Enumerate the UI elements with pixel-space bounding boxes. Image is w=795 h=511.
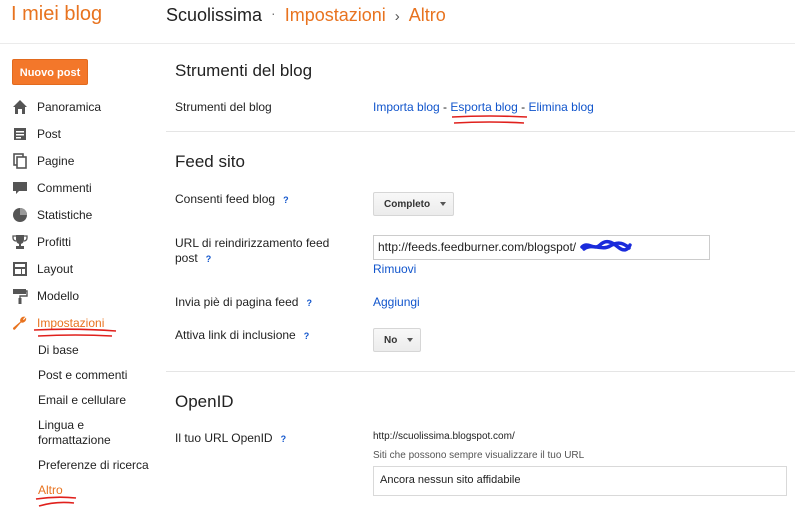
breadcrumb-subsection: Altro <box>408 5 446 25</box>
wrench-icon <box>12 315 28 331</box>
stats-icon <box>12 207 28 223</box>
blog-tools-links: Importa blog - Esporta blog - Elimina bl… <box>373 100 594 114</box>
export-blog-link[interactable]: Esporta blog <box>450 100 517 114</box>
layout-icon <box>12 261 28 277</box>
help-icon[interactable]: ? <box>306 298 312 308</box>
enclosure-links-dropdown[interactable]: No <box>373 328 421 352</box>
sidebar-subitem-posts-comments[interactable]: Post e commenti <box>38 368 127 383</box>
sidebar-subitem-language[interactable]: Lingua e formattazione <box>38 418 138 448</box>
caret-down-icon <box>407 338 414 342</box>
sidebar-item-pages[interactable]: Pagine <box>12 151 74 171</box>
blog-tools-label: Strumenti del blog <box>175 100 272 114</box>
allow-feed-text: Consenti feed blog <box>175 192 276 206</box>
sidebar-item-layout[interactable]: Layout <box>12 259 73 279</box>
enclosure-links-text: Attiva link di inclusione <box>175 328 296 342</box>
sidebar-item-label: Statistiche <box>37 208 93 222</box>
enclosure-links-value: No <box>384 334 398 346</box>
section-title-site-feed: Feed sito <box>175 152 245 171</box>
trusted-sites-list: Ancora nessun sito affidabile <box>373 466 787 496</box>
help-icon[interactable]: ? <box>281 434 287 444</box>
sidebar-item-comments[interactable]: Commenti <box>12 178 92 198</box>
feed-footer-label: Invia piè di pagina feed? <box>175 295 312 311</box>
paint-roller-icon <box>12 288 28 304</box>
breadcrumb-arrow: › <box>394 8 400 25</box>
breadcrumb-section[interactable]: Impostazioni <box>285 5 386 25</box>
add-footer-link[interactable]: Aggiungi <box>373 295 420 309</box>
sidebar-item-stats[interactable]: Statistiche <box>12 205 92 225</box>
help-icon[interactable]: ? <box>304 331 310 341</box>
openid-url-label: Il tuo URL OpenID? <box>175 431 286 447</box>
annotation-underline-export <box>451 115 528 124</box>
header-divider <box>0 43 795 44</box>
comments-icon <box>12 180 28 196</box>
breadcrumb-blog-name[interactable]: Scuolissima <box>166 5 262 25</box>
remove-link[interactable]: Rimuovi <box>373 262 416 276</box>
sidebar-item-label: Commenti <box>37 181 92 195</box>
section-divider <box>166 371 795 372</box>
import-blog-link[interactable]: Importa blog <box>373 100 440 114</box>
caret-down-icon <box>440 202 447 206</box>
home-icon <box>12 99 28 115</box>
sidebar-item-posts[interactable]: Post <box>12 124 61 144</box>
breadcrumb-separator: · <box>271 5 276 21</box>
redaction-scribble <box>580 239 632 252</box>
help-icon[interactable]: ? <box>206 254 212 264</box>
allow-feed-label: Consenti feed blog? <box>175 192 289 208</box>
section-title-blog-tools: Strumenti del blog <box>175 61 313 80</box>
sidebar-item-label: Profitti <box>37 235 72 249</box>
redirect-url-input[interactable]: http://feeds.feedburner.com/blogspot/ <box>373 235 710 260</box>
pages-icon <box>12 153 28 169</box>
sidebar-subitem-basic[interactable]: Di base <box>38 343 79 358</box>
section-title-openid: OpenID <box>175 392 234 411</box>
sidebar-item-label: Modello <box>37 289 80 303</box>
link-separator: - <box>443 100 448 114</box>
sidebar-item-overview[interactable]: Panoramica <box>12 97 101 117</box>
sidebar-subitem-search-prefs[interactable]: Preferenze di ricerca <box>38 458 149 473</box>
sidebar-subitem-email-mobile[interactable]: Email e cellulare <box>38 393 126 408</box>
trophy-icon <box>12 234 28 250</box>
delete-blog-link[interactable]: Elimina blog <box>528 100 593 114</box>
annotation-underline-other <box>35 496 77 507</box>
sidebar-item-template[interactable]: Modello <box>12 286 79 306</box>
allow-feed-value: Completo <box>384 198 431 210</box>
sidebar-item-label: Panoramica <box>37 100 102 114</box>
sidebar-item-label: Post <box>37 127 62 141</box>
openid-url-value: http://scuolissima.blogspot.com/ <box>373 431 515 442</box>
section-divider <box>166 131 795 132</box>
breadcrumb: Scuolissima · Impostazioni › Altro <box>166 5 446 26</box>
redirect-url-text: URL di reindirizzamento feed post <box>175 236 330 265</box>
sidebar-item-label: Layout <box>37 262 74 276</box>
sidebar-item-label: Pagine <box>37 154 75 168</box>
feed-footer-text: Invia piè di pagina feed <box>175 295 299 309</box>
openid-url-text: Il tuo URL OpenID <box>175 431 273 445</box>
trusted-sites-caption: Siti che possono sempre visualizzare il … <box>373 450 585 461</box>
allow-feed-dropdown[interactable]: Completo <box>373 192 454 216</box>
posts-icon <box>12 126 28 142</box>
annotation-underline-settings <box>33 328 117 337</box>
help-icon[interactable]: ? <box>283 195 289 205</box>
redirect-url-label: URL di reindirizzamento feed post? <box>175 236 355 267</box>
app-title-link[interactable]: I miei blog <box>11 3 102 26</box>
enclosure-links-label: Attiva link di inclusione? <box>175 328 309 344</box>
sidebar-item-earnings[interactable]: Profitti <box>12 232 71 252</box>
link-separator: - <box>521 100 526 114</box>
new-post-button[interactable]: Nuovo post <box>12 59 88 85</box>
